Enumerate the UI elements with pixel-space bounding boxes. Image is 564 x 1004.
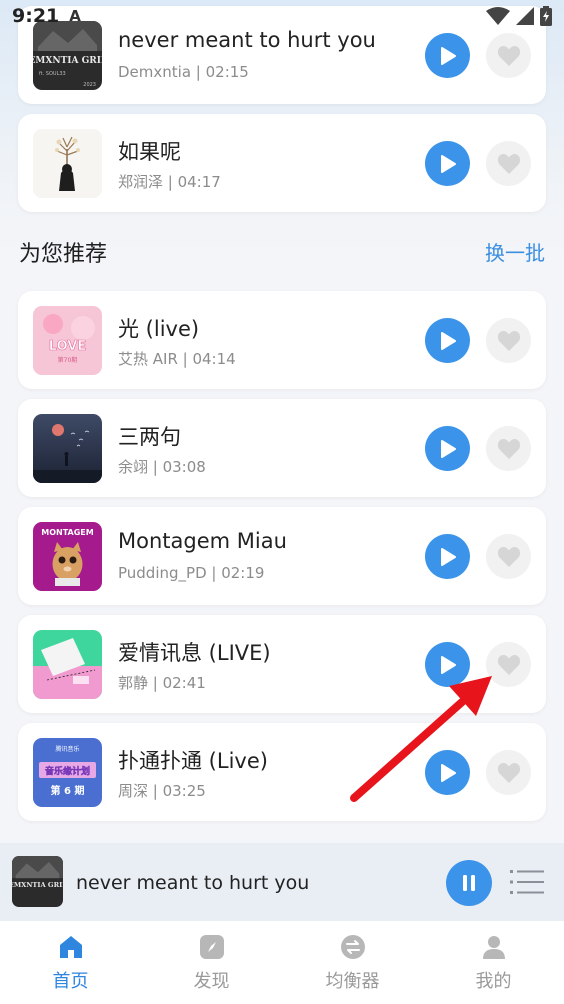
signal-icon (516, 7, 534, 25)
tab-label: 发现 (193, 971, 230, 992)
status-time: 9:21 (12, 5, 60, 27)
song-artist-duration: 郭静 | 02:41 (118, 674, 206, 692)
song-card-montagem-miau[interactable]: MONTAGEM Montagem Miau Pudding_PD | 02:1… (18, 507, 546, 605)
song-title: 光 (live) (118, 317, 200, 341)
cover-text: MONTAGEM (41, 528, 94, 537)
favorite-button[interactable] (486, 141, 531, 186)
song-title: 扑通扑通 (Live) (118, 749, 268, 773)
play-icon (440, 655, 456, 674)
cover-tag: 第70期 (58, 356, 78, 364)
mini-player[interactable]: DEMXNTIA GRIEF never meant to hurt you (0, 843, 564, 921)
battery-icon (540, 6, 552, 26)
play-button[interactable] (425, 642, 470, 687)
song-title: 爱情讯息 (LIVE) (118, 641, 271, 665)
cover-year: 2023 (83, 82, 96, 88)
mini-player-cover: DEMXNTIA GRIEF (12, 856, 63, 907)
tab-discover[interactable]: 发现 (141, 921, 282, 1004)
tab-equalizer[interactable]: 均衡器 (282, 921, 423, 1004)
cover-tag: ft. SOUL33 (39, 71, 66, 77)
refresh-button[interactable]: 换一批 (485, 237, 545, 266)
album-cover (33, 129, 102, 198)
album-cover: LOVE 第70期 (33, 306, 102, 375)
favorite-button[interactable] (486, 318, 531, 363)
play-button[interactable] (425, 750, 470, 795)
play-icon (440, 547, 456, 566)
pause-button[interactable] (446, 860, 492, 906)
play-icon (440, 331, 456, 350)
cover-text: DEMXNTIA GRIEF (33, 56, 102, 66)
album-cover (33, 414, 102, 483)
song-card-aiqing-xunxi-live[interactable]: 爱情讯息 (LIVE) 郭静 | 02:41 (18, 615, 546, 713)
favorite-button[interactable] (486, 426, 531, 471)
play-button[interactable] (425, 33, 470, 78)
heart-icon (497, 654, 520, 675)
play-button[interactable] (425, 426, 470, 471)
tab-home[interactable]: 首页 (0, 921, 141, 1004)
tab-label: 均衡器 (325, 971, 380, 992)
play-icon (440, 154, 456, 173)
cover-tag: 第 6 期 (51, 784, 85, 797)
cover-top: 腾讯音乐 (55, 745, 79, 753)
favorite-button[interactable] (486, 750, 531, 795)
mini-player-title: never meant to hurt you (76, 872, 310, 894)
song-artist-duration: 周深 | 03:25 (118, 782, 206, 800)
favorite-button[interactable] (486, 33, 531, 78)
song-card-ruguo-ne[interactable]: 如果呢 郑润泽 | 04:17 (18, 114, 546, 212)
tab-label: 首页 (52, 971, 89, 992)
album-cover: 腾讯音乐 音乐缘计划 第 6 期 (33, 738, 102, 807)
home-icon (59, 936, 82, 958)
user-icon (482, 936, 505, 959)
playlist-icon (510, 870, 544, 894)
album-cover (33, 630, 102, 699)
compass-icon (199, 935, 224, 959)
recommend-section-title: 为您推荐 (19, 242, 108, 267)
heart-icon (497, 45, 520, 66)
song-card-guang-live[interactable]: LOVE 第70期 光 (live) 艾热 AIR | 04:14 (18, 291, 546, 389)
bottom-tab-bar: 首页 发现 均衡器 我的 (0, 921, 564, 1004)
play-button[interactable] (425, 318, 470, 363)
song-artist-duration: Pudding_PD | 02:19 (118, 564, 265, 582)
play-icon (440, 46, 456, 65)
song-title: 如果呢 (118, 140, 181, 164)
play-icon (440, 763, 456, 782)
song-card-sanliangju[interactable]: 三两句 余翊 | 03:08 (18, 399, 546, 497)
heart-icon (497, 438, 520, 459)
album-cover: MONTAGEM (33, 522, 102, 591)
tab-label: 我的 (475, 971, 512, 992)
song-artist-duration: 余翊 | 03:08 (118, 458, 206, 476)
favorite-button[interactable] (486, 534, 531, 579)
wifi-icon (486, 7, 510, 25)
pause-icon (463, 875, 475, 891)
heart-icon (497, 546, 520, 567)
cover-text: DEMXNTIA GRIEF (12, 881, 63, 889)
heart-icon (497, 153, 520, 174)
tab-profile[interactable]: 我的 (423, 921, 564, 1004)
play-button[interactable] (425, 534, 470, 579)
play-button[interactable] (425, 141, 470, 186)
song-card-putong-putong-live[interactable]: 腾讯音乐 音乐缘计划 第 6 期 扑通扑通 (Live) 周深 | 03:25 (18, 723, 546, 821)
status-bar: 9:21 A (0, 0, 564, 32)
play-icon (440, 439, 456, 458)
equalizer-icon (340, 935, 365, 959)
notification-icon: A (69, 7, 81, 25)
song-title: Montagem Miau (118, 529, 287, 553)
favorite-button[interactable] (486, 642, 531, 687)
playlist-button[interactable] (510, 867, 544, 897)
cover-text: 音乐缘计划 (45, 765, 90, 777)
song-artist-duration: 郑润泽 | 04:17 (118, 173, 221, 191)
heart-icon (497, 762, 520, 783)
song-title: 三两句 (118, 425, 181, 449)
song-artist-duration: Demxntia | 02:15 (118, 63, 249, 81)
heart-icon (497, 330, 520, 351)
cover-text: LOVE (49, 339, 86, 354)
song-artist-duration: 艾热 AIR | 04:14 (118, 350, 236, 368)
